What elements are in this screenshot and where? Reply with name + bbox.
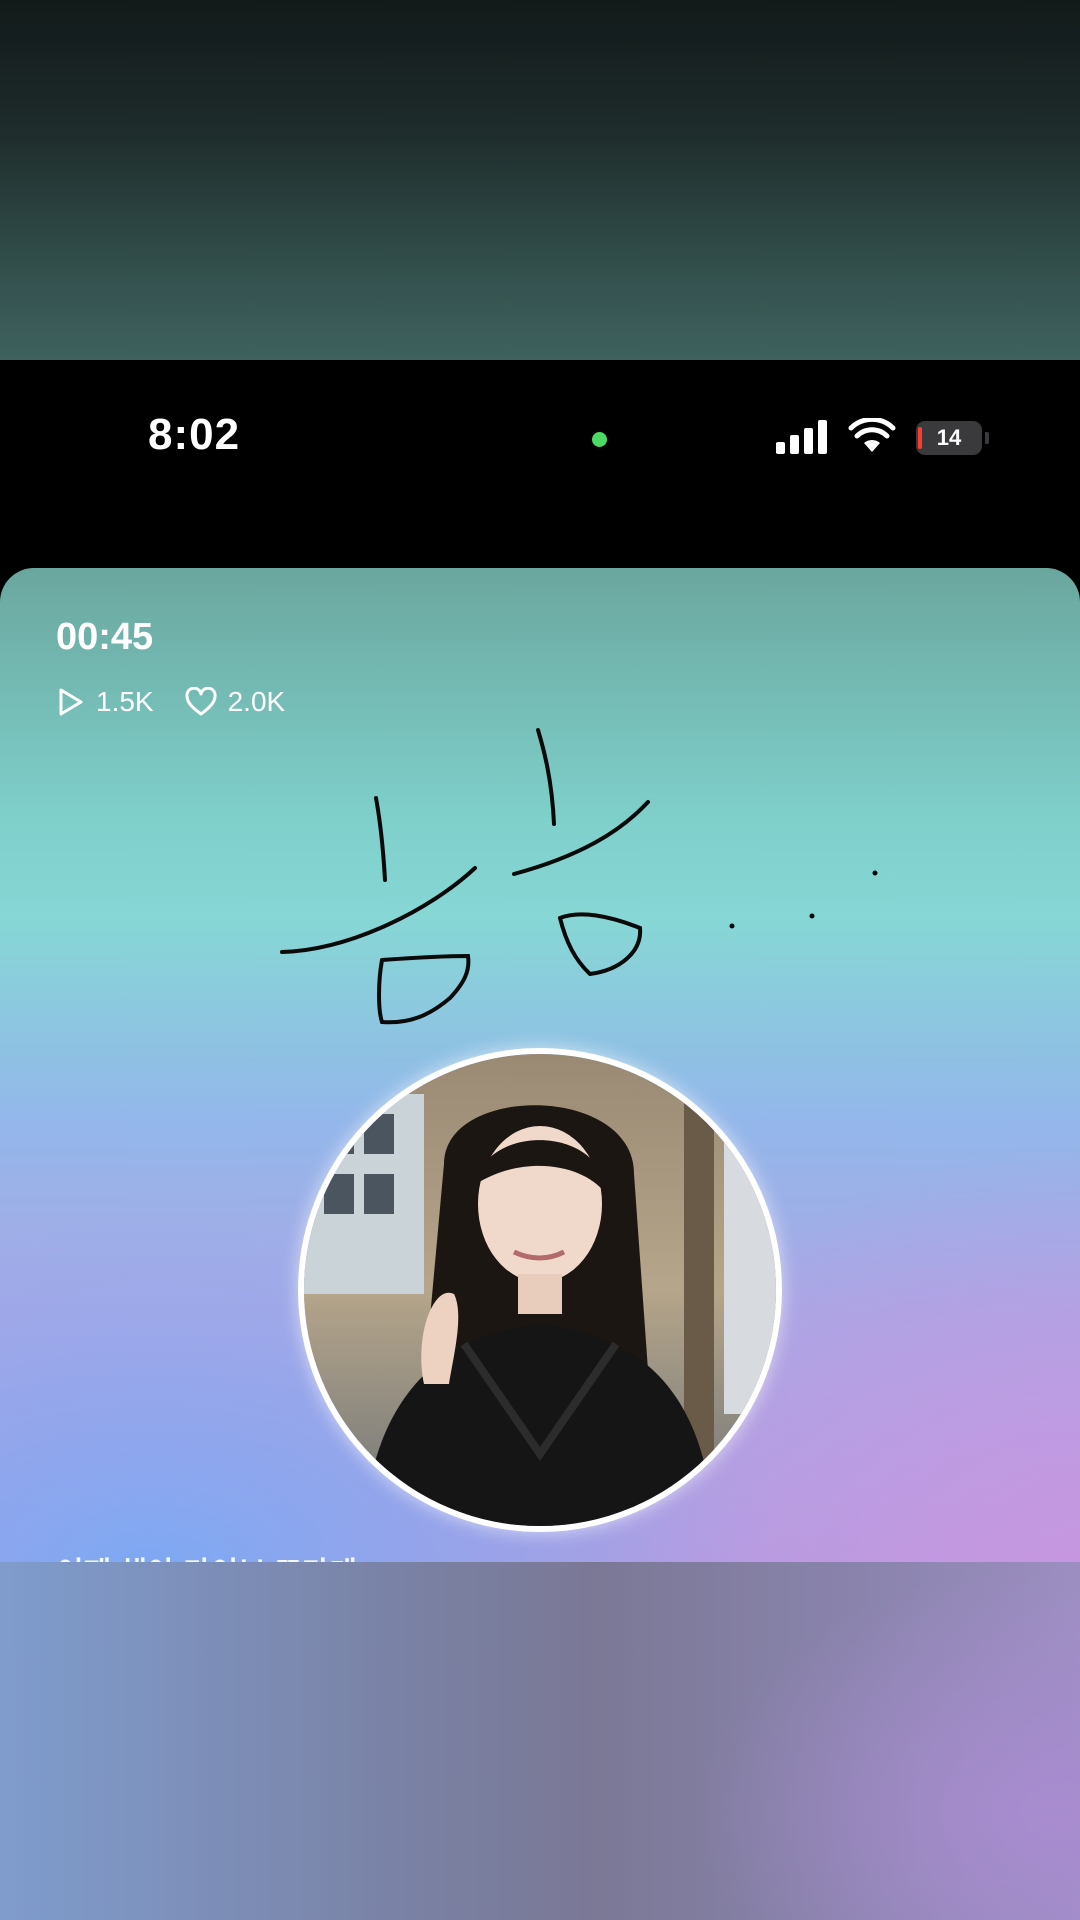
play-count-value: 1.5K bbox=[96, 686, 154, 717]
status-bar bbox=[0, 360, 1080, 568]
handwritten-drawing bbox=[280, 728, 878, 1025]
like-count-value: 2.0K bbox=[227, 686, 286, 717]
post-stats: 1.5K 2.0K bbox=[56, 686, 315, 718]
battery-nub bbox=[985, 432, 989, 444]
battery-icon: 14 bbox=[916, 421, 982, 455]
play-count: 1.5K bbox=[56, 686, 154, 718]
bottom-blur-overlay bbox=[0, 1562, 1080, 1920]
profile-avatar[interactable] bbox=[298, 1048, 782, 1532]
camera-in-use-indicator bbox=[592, 432, 607, 447]
play-icon bbox=[59, 688, 83, 716]
status-time: 8:02 bbox=[148, 410, 241, 459]
like-count[interactable]: 2.0K bbox=[184, 686, 286, 718]
background-top bbox=[0, 0, 1080, 360]
battery-level: 14 bbox=[936, 425, 962, 450]
wifi-icon bbox=[848, 418, 896, 452]
avatar-photo bbox=[304, 1054, 776, 1526]
heart-icon bbox=[185, 687, 217, 716]
playback-timer: 00:45 bbox=[56, 616, 154, 658]
cellular-signal-icon bbox=[776, 420, 827, 454]
